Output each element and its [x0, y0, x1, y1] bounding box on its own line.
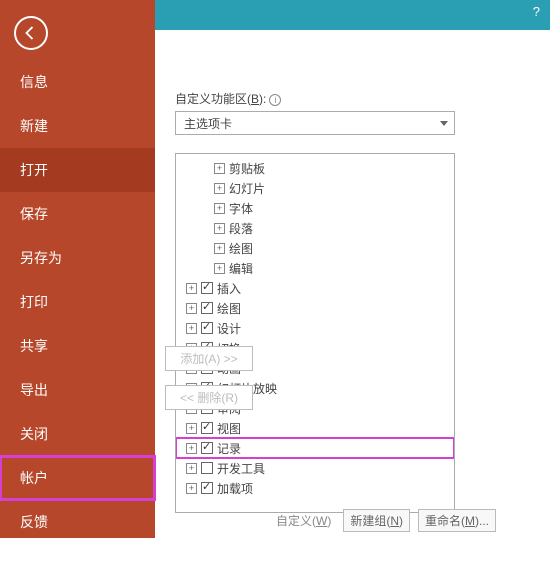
- tree-checkbox[interactable]: [201, 282, 213, 294]
- tree-row[interactable]: + 剪贴板: [176, 158, 454, 178]
- customize-ribbon-panel: 自定义功能区(B):i 主选项卡 + 剪贴板 + 幻灯片 + 字体 + 段落 + 绘图 + 编辑 + 插入…: [155, 30, 550, 538]
- tree-checkbox[interactable]: [201, 482, 213, 494]
- rename-button[interactable]: 重命名(M)...: [418, 509, 496, 532]
- nav-item-9[interactable]: 帐户: [0, 456, 155, 500]
- tree-label: 绘图: [229, 240, 253, 257]
- tree-row[interactable]: + 绘图: [176, 298, 454, 318]
- tree-row[interactable]: + 记录: [176, 438, 454, 458]
- expand-icon[interactable]: +: [214, 243, 225, 254]
- tree-row[interactable]: + 设计: [176, 318, 454, 338]
- expand-icon[interactable]: +: [186, 463, 197, 474]
- tree-label: 记录: [217, 440, 241, 457]
- info-icon[interactable]: i: [269, 94, 281, 106]
- customize-ribbon-label: 自定义功能区(B):i: [175, 90, 530, 107]
- expand-icon[interactable]: +: [186, 283, 197, 294]
- nav-item-3[interactable]: 保存: [0, 192, 155, 236]
- nav-item-8[interactable]: 关闭: [0, 412, 155, 456]
- nav-item-4[interactable]: 另存为: [0, 236, 155, 280]
- expand-icon[interactable]: +: [214, 183, 225, 194]
- expand-icon[interactable]: +: [214, 263, 225, 274]
- tree-label: 绘图: [217, 300, 241, 317]
- tree-checkbox[interactable]: [201, 322, 213, 334]
- tree-label: 设计: [217, 320, 241, 337]
- tree-row[interactable]: + 视图: [176, 418, 454, 438]
- nav-item-2[interactable]: 打开: [0, 148, 155, 192]
- nav-item-7[interactable]: 导出: [0, 368, 155, 412]
- ribbon-tree[interactable]: +剪贴板+幻灯片+字体+段落+绘图+编辑+插入+绘图+设计+切换+动画+幻灯片放…: [175, 153, 455, 513]
- tree-checkbox[interactable]: [201, 462, 213, 474]
- add-button[interactable]: 添加(A) >>: [165, 346, 253, 371]
- tree-row[interactable]: + 字体: [176, 198, 454, 218]
- tree-label: 插入: [217, 280, 241, 297]
- expand-icon[interactable]: +: [186, 483, 197, 494]
- expand-icon[interactable]: +: [186, 303, 197, 314]
- new-group-button[interactable]: 新建组(N): [343, 509, 410, 532]
- nav-item-11[interactable]: 选项: [0, 544, 155, 588]
- nav-item-1[interactable]: 新建: [0, 104, 155, 148]
- nav-item-0[interactable]: 信息: [0, 60, 155, 104]
- tree-label: 开发工具: [217, 460, 265, 477]
- tree-row[interactable]: + 插入: [176, 278, 454, 298]
- tree-row[interactable]: + 加载项: [176, 478, 454, 498]
- expand-icon[interactable]: +: [186, 423, 197, 434]
- tree-label: 视图: [217, 420, 241, 437]
- dropdown-value: 主选项卡: [184, 117, 232, 131]
- nav-item-10[interactable]: 反馈: [0, 500, 155, 544]
- remove-button[interactable]: << 删除(R): [165, 385, 253, 410]
- tree-label: 编辑: [229, 260, 253, 277]
- expand-icon[interactable]: +: [214, 163, 225, 174]
- tree-checkbox[interactable]: [201, 302, 213, 314]
- tree-label: 字体: [229, 200, 253, 217]
- tree-checkbox[interactable]: [201, 422, 213, 434]
- tree-label: 幻灯片: [229, 180, 265, 197]
- expand-icon[interactable]: +: [214, 223, 225, 234]
- backstage-sidebar: 信息新建打开保存另存为打印共享导出关闭帐户反馈选项: [0, 0, 155, 538]
- tree-row[interactable]: + 段落: [176, 218, 454, 238]
- ribbon-tabs-dropdown[interactable]: 主选项卡: [175, 111, 455, 135]
- back-button[interactable]: [14, 16, 48, 50]
- expand-icon[interactable]: +: [214, 203, 225, 214]
- tree-label: 加载项: [217, 480, 253, 497]
- tree-row[interactable]: + 开发工具: [176, 458, 454, 478]
- back-arrow-icon: [22, 24, 40, 42]
- nav-item-5[interactable]: 打印: [0, 280, 155, 324]
- tree-row[interactable]: + 绘图: [176, 238, 454, 258]
- tree-row[interactable]: + 编辑: [176, 258, 454, 278]
- tree-checkbox[interactable]: [201, 442, 213, 454]
- expand-icon[interactable]: +: [186, 323, 197, 334]
- tree-label: 剪贴板: [229, 160, 265, 177]
- expand-icon[interactable]: +: [186, 443, 197, 454]
- tree-label: 段落: [229, 220, 253, 237]
- help-button[interactable]: ?: [533, 4, 540, 19]
- customize-label: 自定义(W): [276, 512, 331, 529]
- tree-row[interactable]: + 幻灯片: [176, 178, 454, 198]
- nav-item-6[interactable]: 共享: [0, 324, 155, 368]
